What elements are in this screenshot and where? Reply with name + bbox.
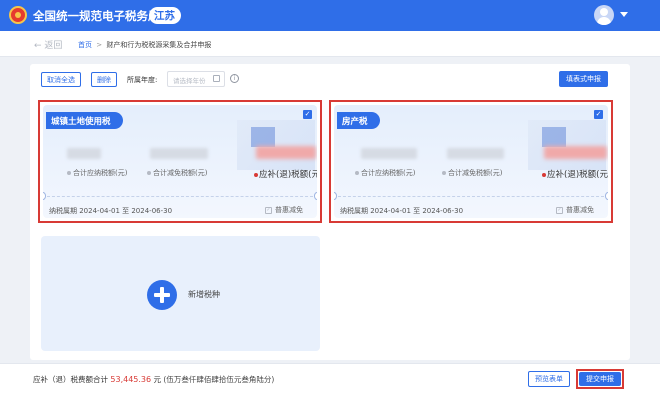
user-avatar[interactable] (594, 5, 614, 25)
total-label: 应补（退）税费额合计 (33, 375, 108, 384)
preview-form-button[interactable]: 预览表单 (528, 371, 570, 387)
breadcrumb: 首页 > 财产和行为税税源采集及合并申报 (78, 40, 211, 50)
card-decoration (251, 127, 275, 147)
checkbox-icon: ✓ (556, 206, 563, 214)
masked-value (150, 148, 208, 159)
info-icon[interactable]: i (230, 74, 239, 83)
metric-reduced: 合计减免税额(元) (442, 168, 502, 178)
metric-payable-label: 合计应纳税额(元) (73, 169, 128, 177)
card-decoration (542, 127, 566, 147)
metric-payable: 合计应纳税额(元) (355, 168, 415, 178)
card-notch (314, 192, 317, 200)
year-picker-input[interactable]: 请选择年份 (167, 71, 225, 87)
total-summary: 应补（退）税费额合计 53,445.36 元 (伍万叁仟肆佰肆拾伍元叁角陆分) (33, 374, 274, 385)
top-header: 全国统一规范电子税务局 江苏 (0, 0, 660, 31)
cancel-select-all-button[interactable]: 取消全选 (41, 72, 81, 87)
tax-card-highlight-outline: 房产税 ✓ 合计应纳税额(元) 合计减免税额(元) 应补(退)税额(元) 纳税属… (329, 100, 613, 223)
card-decoration (237, 120, 315, 170)
masked-value (256, 146, 316, 159)
delete-button[interactable]: 删除 (91, 72, 117, 87)
add-tax-type-label: 新增税种 (188, 290, 220, 299)
user-menu-caret-icon[interactable] (620, 12, 628, 17)
preference-label: 普惠减免 (275, 206, 303, 214)
calendar-icon (213, 75, 220, 82)
preference-checkbox[interactable]: ✓ 普惠减免 (556, 205, 594, 215)
metric-refund: 应补(退)税额(元) (542, 168, 608, 180)
app-title: 全国统一规范电子税务局 (33, 9, 160, 23)
card-notch (334, 192, 337, 200)
tax-period: 纳税属期 2024-04-01 至 2024-06-30 (49, 207, 173, 215)
submit-highlight-outline: 提交申报 (576, 369, 624, 389)
back-link[interactable]: ← 返回 (34, 38, 62, 51)
masked-value (67, 148, 101, 159)
tax-emblem-icon (9, 6, 27, 24)
metric-reduced: 合计减免税额(元) (147, 168, 207, 178)
preference-checkbox[interactable]: ✓ 普惠减免 (265, 205, 303, 215)
metric-payable: 合计应纳税额(元) (67, 168, 127, 178)
masked-value (361, 148, 417, 159)
tax-card-highlight-outline: 城镇土地使用税 ✓ 合计应纳税额(元) 合计减免税额(元) 应补(退)税额(元)… (38, 100, 322, 223)
total-amount: 53,445.36 (110, 375, 152, 384)
checkbox-icon: ✓ (265, 206, 272, 214)
footer-bar: 应补（退）税费额合计 53,445.36 元 (伍万叁仟肆佰肆拾伍元叁角陆分) … (0, 363, 660, 393)
currency-label: 元 (153, 375, 162, 384)
metric-payable-label: 合计应纳税额(元) (361, 169, 416, 177)
card-divider (47, 196, 313, 197)
card-decoration (528, 120, 606, 170)
tax-card[interactable]: 城镇土地使用税 ✓ 合计应纳税额(元) 合计减免税额(元) 应补(退)税额(元)… (43, 105, 317, 218)
tax-card-title: 房产税 (337, 112, 380, 129)
year-placeholder: 请选择年份 (173, 77, 206, 85)
breadcrumb-separator: > (96, 41, 103, 49)
fill-form-declare-button[interactable]: 填表式申报 (559, 71, 608, 87)
tax-card[interactable]: 房产税 ✓ 合计应纳税额(元) 合计减免税额(元) 应补(退)税额(元) 纳税属… (334, 105, 608, 218)
card-notch (43, 192, 46, 200)
masked-value (544, 146, 607, 159)
region-label: 江苏 (154, 10, 175, 22)
breadcrumb-bar: ← 返回 首页 > 财产和行为税税源采集及合并申报 (0, 31, 660, 57)
metric-reduced-label: 合计减免税额(元) (153, 169, 208, 177)
tax-period: 纳税属期 2024-04-01 至 2024-06-30 (340, 207, 464, 215)
tax-card-title: 城镇土地使用税 (46, 112, 123, 129)
checked-checkbox-icon[interactable]: ✓ (594, 110, 603, 119)
submit-declaration-button[interactable]: 提交申报 (579, 372, 621, 386)
card-notch (605, 192, 608, 200)
plus-icon[interactable] (147, 280, 177, 310)
add-tax-type-card[interactable]: 新增税种 (41, 236, 320, 351)
region-switcher[interactable]: 江苏 (149, 7, 181, 24)
amount-in-words: (伍万叁仟肆佰肆拾伍元叁角陆分) (163, 375, 275, 384)
breadcrumb-current: 财产和行为税税源采集及合并申报 (106, 41, 212, 49)
masked-value (447, 148, 504, 159)
metric-refund-label: 应补(退)税额(元) (259, 170, 317, 180)
metric-refund: 应补(退)税额(元) (254, 168, 317, 180)
preference-label: 普惠减免 (566, 206, 594, 214)
year-label: 所属年度: (127, 76, 158, 84)
breadcrumb-home[interactable]: 首页 (78, 41, 92, 49)
checked-checkbox-icon[interactable]: ✓ (303, 110, 312, 119)
metric-reduced-label: 合计减免税额(元) (448, 169, 503, 177)
metric-refund-label: 应补(退)税额(元) (547, 170, 608, 180)
card-divider (338, 196, 604, 197)
